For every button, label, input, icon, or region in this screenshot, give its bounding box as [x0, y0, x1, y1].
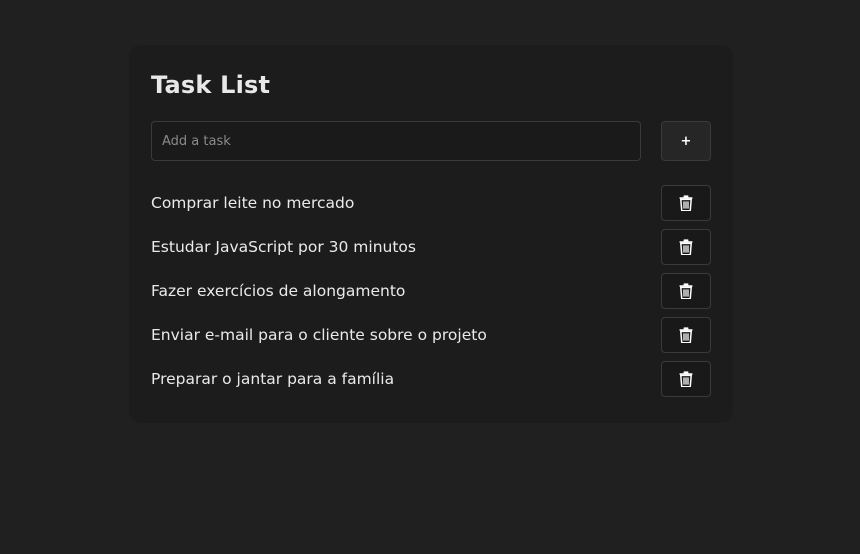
task-item: Comprar leite no mercado [151, 185, 711, 221]
add-task-form: + [151, 121, 711, 161]
trash-icon [679, 371, 693, 387]
delete-task-button[interactable] [661, 229, 711, 265]
delete-task-button[interactable] [661, 185, 711, 221]
task-text: Fazer exercícios de alongamento [151, 282, 406, 300]
delete-task-button[interactable] [661, 317, 711, 353]
task-text: Preparar o jantar para a família [151, 370, 395, 388]
task-text: Estudar JavaScript por 30 minutos [151, 238, 416, 256]
task-item: Fazer exercícios de alongamento [151, 273, 711, 309]
trash-icon [679, 195, 693, 211]
trash-icon [679, 327, 693, 343]
task-text: Comprar leite no mercado [151, 194, 355, 212]
task-item: Estudar JavaScript por 30 minutos [151, 229, 711, 265]
task-list-card: Task List + Comprar leite no mercado [129, 45, 733, 423]
page-title: Task List [151, 71, 271, 99]
task-input[interactable] [151, 121, 641, 161]
task-text: Enviar e-mail para o cliente sobre o pro… [151, 326, 487, 344]
delete-task-button[interactable] [661, 273, 711, 309]
task-item: Preparar o jantar para a família [151, 361, 711, 397]
trash-icon [679, 283, 693, 299]
task-item: Enviar e-mail para o cliente sobre o pro… [151, 317, 711, 353]
task-list: Comprar leite no mercado Estudar JavaScr… [151, 185, 711, 405]
delete-task-button[interactable] [661, 361, 711, 397]
trash-icon [679, 239, 693, 255]
add-task-button[interactable]: + [661, 121, 711, 161]
